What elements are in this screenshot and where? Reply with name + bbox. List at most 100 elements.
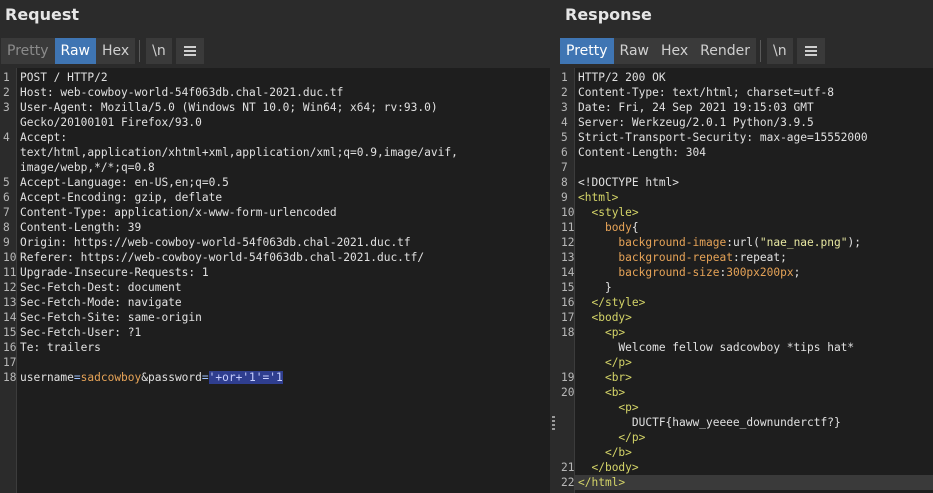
line-number: 13 bbox=[3, 296, 17, 309]
line-text: Welcome fellow sadcowboy *tips hat* bbox=[578, 340, 854, 355]
token: Strict-Transport-Security: max-age=15552… bbox=[578, 131, 868, 144]
request-pane: Request Pretty Raw Hex \n 1 POST / HTTP/2… bbox=[0, 0, 550, 493]
code-line: 6 Content-Length: 304 bbox=[558, 145, 933, 160]
line-text: Sec-Fetch-Dest: document bbox=[20, 280, 182, 295]
token: <p> bbox=[604, 326, 626, 339]
request-tab-pretty[interactable]: Pretty bbox=[1, 38, 55, 64]
line-text: background-image:url("nae_nae.png"); bbox=[578, 235, 861, 250]
line-text: </p> bbox=[578, 430, 645, 445]
token: Content-Length: 304 bbox=[578, 146, 706, 159]
line-number: 5 bbox=[561, 131, 568, 144]
token: Sec-Fetch-User: ?1 bbox=[20, 326, 142, 339]
code-line: 1 POST / HTTP/2 bbox=[0, 70, 550, 85]
code-line: 5 Accept-Language: en-US,en;q=0.5 bbox=[0, 175, 550, 190]
line-number: 4 bbox=[561, 116, 568, 129]
token: Accept-Encoding: gzip, deflate bbox=[20, 191, 223, 204]
response-editor[interactable]: 1 HTTP/2 200 OK 2 Content-Type: text/html; … bbox=[558, 68, 933, 493]
token: ; bbox=[793, 266, 801, 279]
response-newline-toggle[interactable]: \n bbox=[767, 38, 793, 64]
token: { bbox=[631, 221, 639, 234]
response-tab-raw[interactable]: Raw bbox=[613, 38, 655, 64]
token: Accept: bbox=[20, 131, 68, 144]
code-line: 2 Host: web-cowboy-world-54f063db.chal-20… bbox=[0, 85, 550, 100]
line-text: Host: web-cowboy-world-54f063db.chal-202… bbox=[20, 85, 343, 100]
token: sadcowboy bbox=[80, 371, 142, 384]
line-number: 8 bbox=[561, 176, 568, 189]
line-number: 2 bbox=[3, 86, 10, 99]
code-line: 10 Referer: https://web-cowboy-world-54f0… bbox=[0, 250, 550, 265]
line-text: <p> bbox=[578, 325, 625, 340]
splitter-grip-icon[interactable] bbox=[552, 416, 555, 430]
request-tab-hex[interactable]: Hex bbox=[95, 38, 136, 64]
token: = bbox=[201, 371, 209, 384]
line-text: Upgrade-Insecure-Requests: 1 bbox=[20, 265, 209, 280]
token: POST / HTTP/2 bbox=[20, 71, 108, 84]
token: Content-Type: application/x-www-form-url… bbox=[20, 206, 337, 219]
line-number: 7 bbox=[3, 206, 10, 219]
request-editor[interactable]: 1 POST / HTTP/2 2 Host: web-cowboy-world-54… bbox=[0, 68, 550, 493]
token: username bbox=[20, 371, 74, 384]
line-text: <br> bbox=[578, 370, 632, 385]
token: <body> bbox=[591, 311, 632, 324]
line-text: User-Agent: Mozilla/5.0 (Windows NT 10.0… bbox=[20, 100, 438, 115]
response-menu-icon[interactable] bbox=[796, 38, 825, 64]
code-line: 18 username=sadcowboy&password='+or+'1'='… bbox=[0, 370, 550, 385]
token: ); bbox=[847, 236, 861, 249]
pane-splitter[interactable] bbox=[550, 0, 558, 493]
line-text: Accept-Language: en-US,en;q=0.5 bbox=[20, 175, 229, 190]
token: </html> bbox=[578, 476, 626, 489]
code-line: 12 Sec-Fetch-Dest: document bbox=[0, 280, 550, 295]
code-line: 11 Upgrade-Insecure-Requests: 1 bbox=[0, 265, 550, 280]
token: Server: Werkzeug/2.0.1 Python/3.9.5 bbox=[578, 116, 814, 129]
token: </body> bbox=[591, 461, 639, 474]
code-line: 7 Content-Type: application/x-www-form-ur… bbox=[0, 205, 550, 220]
line-number: 14 bbox=[3, 311, 17, 324]
token: Content-Length: 39 bbox=[20, 221, 142, 234]
token: Sec-Fetch-Site: same-origin bbox=[20, 311, 202, 324]
response-tab-hex[interactable]: Hex bbox=[654, 38, 695, 64]
code-line: 16 Te: trailers bbox=[0, 340, 550, 355]
line-text: text/html,application/xhtml+xml,applicat… bbox=[20, 145, 458, 160]
token: Te: trailers bbox=[20, 341, 101, 354]
line-number: 4 bbox=[3, 131, 10, 144]
line-text: Server: Werkzeug/2.0.1 Python/3.9.5 bbox=[578, 115, 814, 130]
code-line: 17 bbox=[0, 355, 550, 370]
request-newline-toggle[interactable]: \n bbox=[146, 38, 172, 64]
line-number: 10 bbox=[561, 206, 575, 219]
token: Sec-Fetch-Mode: navigate bbox=[20, 296, 182, 309]
token: Content-Type: text/html; charset=utf-8 bbox=[578, 86, 834, 99]
line-number: 11 bbox=[561, 221, 575, 234]
request-title: Request bbox=[5, 5, 80, 24]
line-text: </html> bbox=[578, 475, 625, 490]
token: background-size bbox=[618, 266, 720, 279]
toolbar-separator bbox=[139, 40, 141, 62]
response-title: Response bbox=[565, 5, 652, 24]
line-text: Content-Length: 304 bbox=[578, 145, 706, 160]
line-number: 20 bbox=[561, 386, 575, 399]
line-text: DUCTF{haww_yeeee_downunderctf?} bbox=[578, 415, 841, 430]
token: <style> bbox=[591, 206, 639, 219]
line-text: Referer: https://web-cowboy-world-54f063… bbox=[20, 250, 424, 265]
response-tab-render[interactable]: Render bbox=[694, 38, 757, 64]
line-number: 14 bbox=[561, 266, 575, 279]
code-line: 18 <p> bbox=[558, 325, 933, 340]
code-line: 9 Origin: https://web-cowboy-world-54f063… bbox=[0, 235, 550, 250]
line-text: HTTP/2 200 OK bbox=[578, 70, 666, 85]
code-line: 22 </html> bbox=[558, 475, 933, 490]
line-text: Content-Type: text/html; charset=utf-8 bbox=[578, 85, 834, 100]
token: </p> bbox=[604, 356, 632, 369]
request-menu-icon[interactable] bbox=[175, 38, 204, 64]
code-line: <p> bbox=[558, 400, 933, 415]
line-text: <body> bbox=[578, 310, 632, 325]
request-tab-raw[interactable]: Raw bbox=[54, 38, 96, 64]
code-line: 16 </style> bbox=[558, 295, 933, 310]
response-tab-pretty[interactable]: Pretty bbox=[560, 38, 614, 64]
code-line: DUCTF{haww_yeeee_downunderctf?} bbox=[558, 415, 933, 430]
token: text/html,application/xhtml+xml,applicat… bbox=[20, 146, 458, 159]
